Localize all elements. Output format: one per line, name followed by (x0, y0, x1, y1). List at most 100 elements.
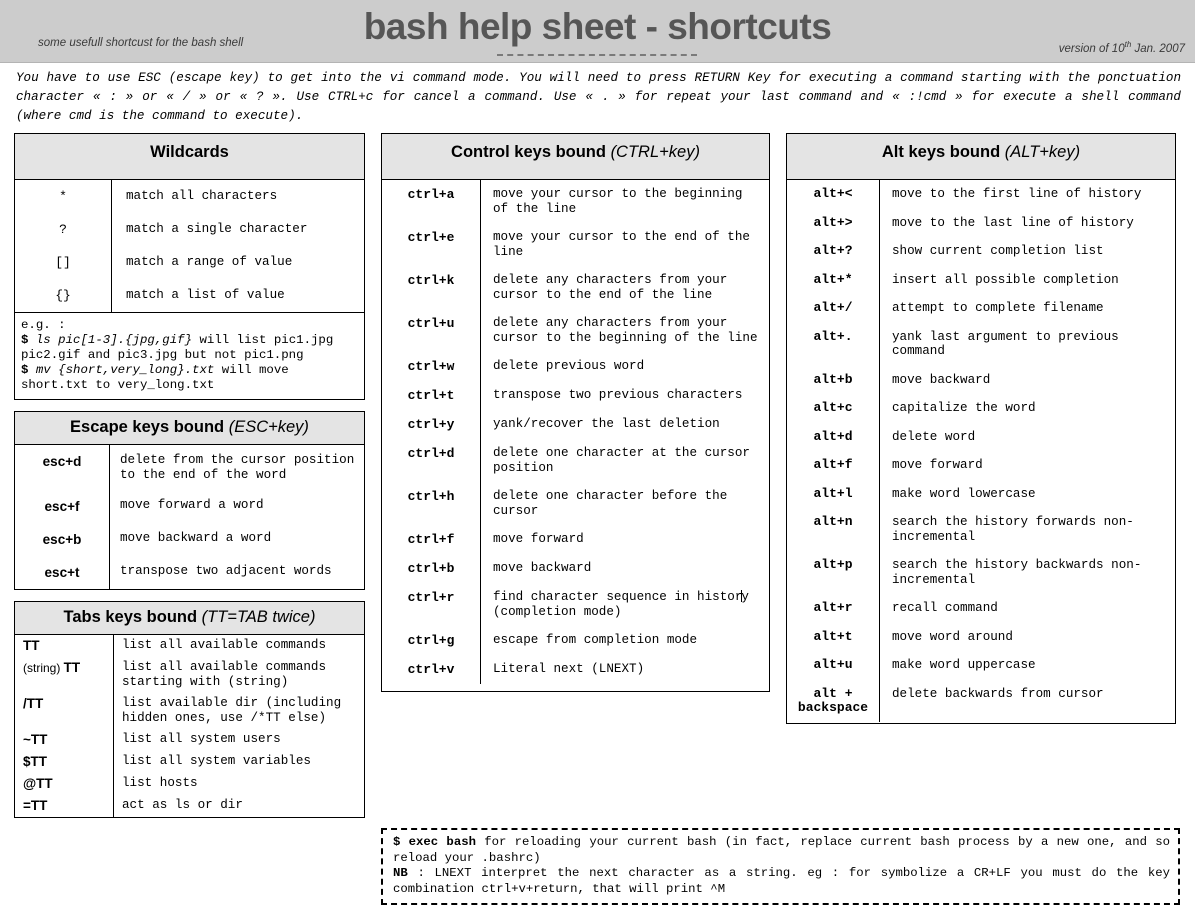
table-row: (string) TT list all available commands s… (15, 657, 364, 693)
table-row: alt+r recall command (787, 594, 1175, 623)
version-prefix: version of 10 (1058, 42, 1125, 55)
shortcut-key: alt+f (787, 451, 880, 480)
shortcut-description: list all system users (122, 732, 281, 746)
control-keys-title: Control keys bound (CTRL+key) (382, 134, 769, 180)
footer-line-2-text: : LNEXT interpret the next character as … (393, 866, 1170, 896)
escape-keys-hint: (ESC+key) (228, 418, 309, 436)
shortcut-description: Literal next (LNEXT) (493, 662, 645, 676)
shortcut-key: ctrl+u (382, 309, 481, 352)
footer-line-2: NB : LNEXT interpret the next character … (393, 866, 1170, 896)
footer-line-1: $ exec bash for reloading your current b… (393, 835, 1170, 865)
table-row: ctrl+v Literal next (LNEXT) (382, 655, 769, 684)
shortcut-key: esc+f (15, 490, 110, 523)
shortcut-key-modifier: (string) (23, 661, 64, 675)
shortcut-description: move backward a word (120, 531, 272, 545)
example-line-2: $ ls pic[1-3].{jpg,gif} will list pic1.j… (21, 333, 360, 348)
table-row: alt + backspace delete backwards from curs… (787, 679, 1175, 722)
table-row: * match all characters (15, 180, 364, 213)
shortcut-key: ~TT (15, 729, 114, 751)
control-keys-table: ctrl+a move your cursor to the beginning … (382, 180, 769, 684)
shortcut-description: insert all possible completion (892, 272, 1119, 287)
shortcut-description: delete from the cursor position to the e… (120, 453, 355, 482)
shortcut-description: list hosts (122, 776, 198, 790)
shortcut-key: ctrl+g (382, 626, 481, 655)
tabs-keys-hint: (TT=TAB twice) (201, 608, 316, 626)
shortcut-key: alt+< (787, 180, 880, 209)
table-row: ctrl+t transpose two previous characters (382, 381, 769, 410)
escape-keys-table: esc+d delete from the cursor position to … (15, 445, 364, 589)
shortcut-description: list all available commands starting wit… (122, 660, 327, 689)
shortcut-key: ctrl+v (382, 655, 481, 684)
shortcut-key: alt+u (787, 651, 880, 680)
shortcut-description: move backward (493, 561, 592, 575)
table-row: ctrl+d delete one character at the cursor… (382, 439, 769, 482)
exec-bash-command: $ exec bash (393, 835, 476, 849)
alt-panel-filler (787, 722, 1175, 723)
shortcut-description: list available dir (including hidden one… (122, 696, 342, 725)
alt-keys-title: Alt keys bound (ALT+key) (787, 134, 1175, 180)
table-row: ctrl+a move your cursor to the beginning … (382, 180, 769, 223)
table-row: alt+d delete word (787, 422, 1175, 451)
shortcut-key: ctrl+b (382, 554, 481, 583)
shortcut-key: alt+r (787, 594, 880, 623)
table-row: @TT list hosts (15, 773, 364, 795)
shortcut-key: ctrl+y (382, 410, 481, 439)
shortcut-description: list all system variables (122, 754, 311, 768)
shortcut-key: alt+? (787, 237, 880, 266)
table-row: alt+? show current completion list (787, 237, 1175, 266)
shortcut-key: ctrl+a (382, 180, 481, 223)
wildcards-title: Wildcards (15, 134, 364, 180)
shortcut-description: escape from completion mode (493, 633, 698, 647)
table-row: alt+< move to the first line of history (787, 180, 1175, 209)
table-row: alt+> move to the last line of history (787, 208, 1175, 237)
prompt-symbol-2: $ (21, 363, 36, 377)
shortcut-key: @TT (15, 773, 114, 795)
example-line-1: e.g. : (21, 318, 66, 332)
footer-note: $ exec bash for reloading your current b… (381, 828, 1180, 905)
shortcut-key: esc+d (15, 445, 110, 490)
example-line-4: $ mv {short,very_long}.txt will move (21, 363, 360, 378)
table-row: ctrl+e move your cursor to the end of the… (382, 223, 769, 266)
shortcut-key: * (15, 180, 112, 213)
table-row: alt+p search the history backwards non-in… (787, 551, 1175, 594)
shortcut-description: move forward (493, 532, 584, 546)
shortcut-description: transpose two adjacent words (120, 564, 332, 578)
shortcut-key: [] (15, 246, 112, 279)
shortcut-key: alt+* (787, 265, 880, 294)
shortcut-description: list all available commands (122, 638, 327, 652)
escape-keys-title: Escape keys bound (ESC+key) (15, 412, 364, 445)
table-row: $TT list all system variables (15, 751, 364, 773)
shortcut-description: make word lowercase (892, 486, 1036, 501)
table-row: alt+t move word around (787, 622, 1175, 651)
shortcut-key: (string) TT (15, 657, 114, 693)
shortcut-description: move to the last line of history (892, 215, 1134, 230)
control-panel-filler (382, 684, 769, 691)
example-text-1: will list pic1.jpg (192, 333, 334, 347)
control-keys-title-text: Control keys bound (451, 143, 606, 161)
nb-label: NB (393, 866, 408, 880)
example-line-5: short.txt to very_long.txt (21, 378, 215, 392)
shortcut-description: delete previous word (493, 359, 645, 373)
shortcut-key: TT (15, 635, 114, 657)
shortcut-description: move forward a word (120, 498, 264, 512)
shortcut-key: alt+d (787, 422, 880, 451)
shortcut-key: esc+t (15, 556, 110, 589)
shortcut-key: ctrl+f (382, 525, 481, 554)
table-row: TT list all available commands (15, 635, 364, 657)
table-row: ctrl+h delete one character before the cu… (382, 482, 769, 525)
table-row: ~TT list all system users (15, 729, 364, 751)
table-row: alt+* insert all possible completion (787, 265, 1175, 294)
table-row: alt+b move backward (787, 365, 1175, 394)
table-row: ? match a single character (15, 213, 364, 246)
shortcut-key: ctrl+k (382, 266, 481, 309)
tabs-keys-title: Tabs keys bound (TT=TAB twice) (15, 602, 364, 635)
shortcut-description: move forward (892, 458, 983, 472)
alt-keys-panel: Alt keys bound (ALT+key) alt+< move to th… (786, 133, 1176, 724)
table-row: esc+t transpose two adjacent words (15, 556, 364, 589)
table-row: ctrl+r find character sequence in history… (382, 583, 769, 626)
shortcut-description: match a list of value (126, 288, 285, 302)
left-column: Wildcards * match all characters? match a … (14, 133, 365, 818)
shortcut-key: alt+p (787, 551, 880, 594)
control-keys-panel: Control keys bound (CTRL+key) ctrl+a move… (381, 133, 770, 692)
shortcut-description: delete any characters from your cursor t… (493, 273, 728, 302)
